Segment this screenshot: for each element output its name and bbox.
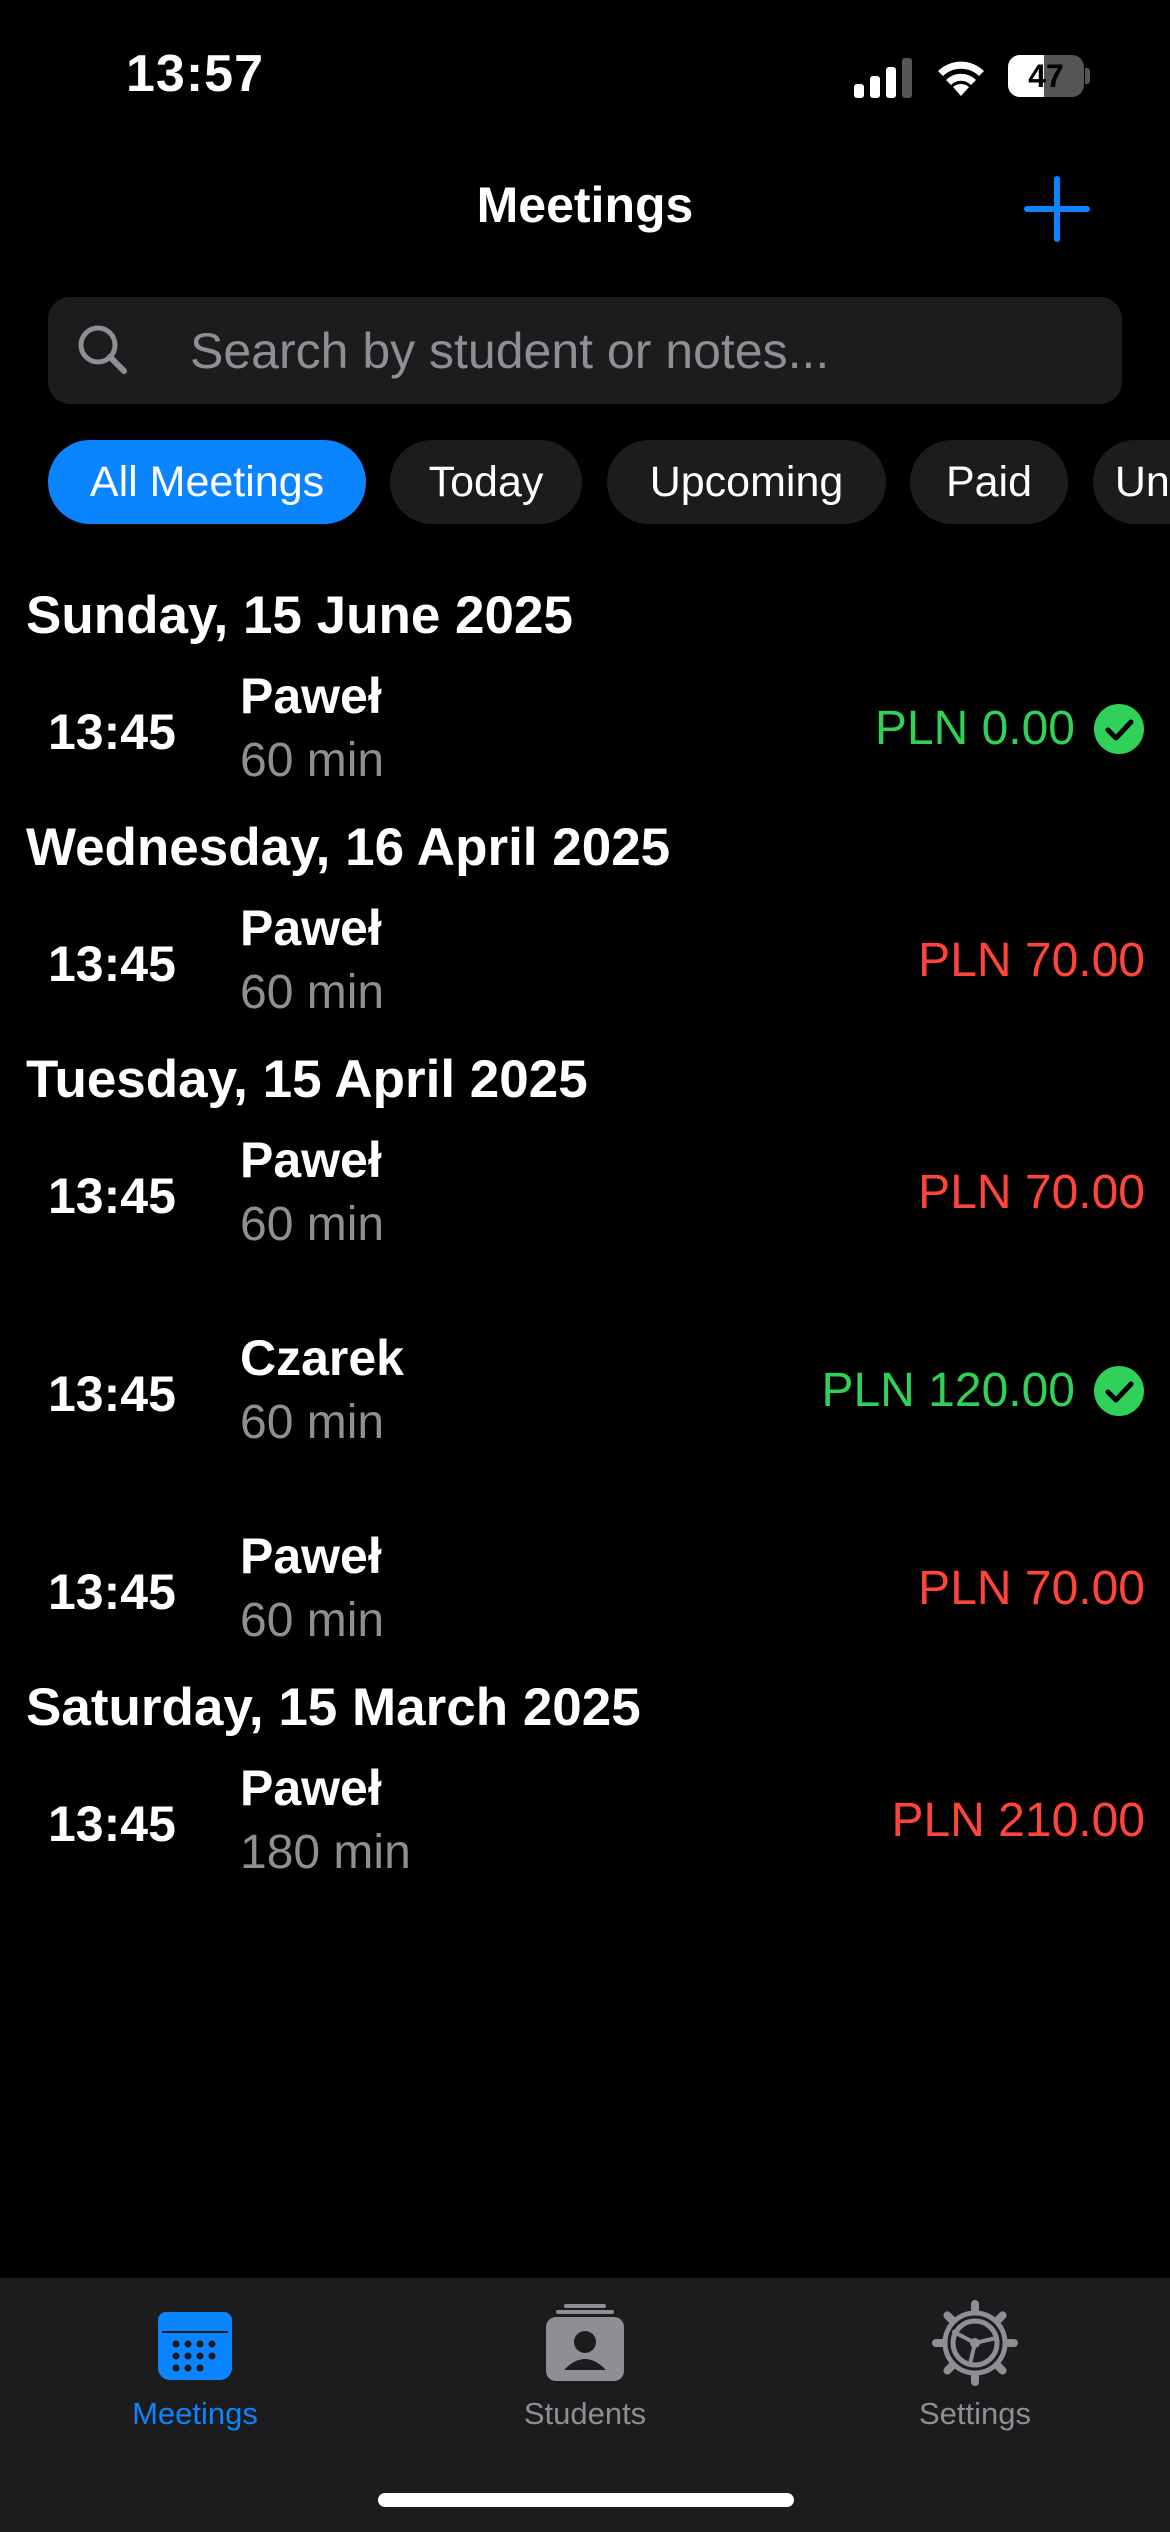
home-indicator[interactable] — [378, 2493, 794, 2507]
meeting-price: PLN 70.00 — [918, 1562, 1145, 1615]
tab-students[interactable]: Students — [390, 2278, 780, 2438]
section-date-header: Sunday, 15 June 2025 — [26, 586, 573, 645]
meeting-time: 13:45 — [48, 704, 176, 760]
plus-icon — [1024, 176, 1090, 242]
add-meeting-button[interactable] — [1018, 170, 1096, 248]
search-bar[interactable] — [48, 297, 1122, 404]
student-name: Czarek — [240, 1330, 404, 1386]
filter-chip-all-meetings[interactable]: All Meetings — [48, 440, 366, 524]
filter-chip-unpaid[interactable]: Unpaid — [1093, 440, 1170, 524]
meeting-row[interactable]: 13:45 Paweł 60 min PLN 70.00 — [0, 1507, 1170, 1677]
tab-settings[interactable]: Settings — [780, 2278, 1170, 2438]
meeting-price: PLN 0.00 — [874, 702, 1075, 755]
status-bar: 13:57 47 — [0, 0, 1170, 150]
meeting-price: PLN 120.00 — [821, 1364, 1075, 1417]
meeting-time: 13:45 — [48, 1564, 176, 1620]
meeting-duration: 180 min — [240, 1826, 411, 1879]
section-date-header: Wednesday, 16 April 2025 — [26, 818, 671, 877]
section-date-header: Saturday, 15 March 2025 — [26, 1678, 641, 1737]
tab-label-meetings: Meetings — [132, 2396, 258, 2431]
meeting-duration: 60 min — [240, 1594, 385, 1647]
student-name: Paweł — [240, 1760, 382, 1816]
meeting-duration: 60 min — [240, 734, 385, 787]
section-date-header: Tuesday, 15 April 2025 — [26, 1050, 588, 1109]
paid-checkmark-icon — [1094, 703, 1144, 754]
students-icon — [546, 2304, 624, 2381]
meeting-duration: 60 min — [240, 966, 385, 1019]
filter-chip-upcoming[interactable]: Upcoming — [607, 440, 886, 524]
status-time: 13:57 — [126, 45, 264, 103]
meeting-price-group: PLN 70.00 — [918, 1561, 1145, 1616]
meeting-duration: 60 min — [240, 1198, 385, 1251]
filter-chip-paid[interactable]: Paid — [910, 440, 1068, 524]
meeting-price-group: PLN 70.00 — [918, 933, 1145, 988]
battery-indicator: 47 — [1008, 55, 1090, 97]
gear-icon — [932, 2300, 1018, 2386]
page-title: Meetings — [476, 177, 694, 233]
filter-chips: All Meetings Today Upcoming Paid Unpaid — [0, 440, 1170, 526]
meeting-price: PLN 70.00 — [918, 1166, 1145, 1219]
meeting-time: 13:45 — [48, 936, 176, 992]
meeting-time: 13:45 — [48, 1168, 176, 1224]
meeting-price-group: PLN 0.00 — [875, 701, 1145, 756]
meeting-row[interactable]: 13:45 Paweł 60 min PLN 70.00 — [0, 879, 1170, 1049]
tab-label-students: Students — [523, 2396, 647, 2431]
student-name: Paweł — [240, 668, 382, 724]
meeting-time: 13:45 — [48, 1366, 176, 1422]
meeting-price-group: PLN 210.00 — [891, 1793, 1145, 1848]
wifi-icon — [938, 61, 984, 96]
meeting-row[interactable]: 13:45 Paweł 180 min PLN 210.00 — [0, 1739, 1170, 1909]
meeting-row[interactable]: 13:45 Czarek 60 min PLN 120.00 — [0, 1309, 1170, 1479]
meeting-time: 13:45 — [48, 1796, 176, 1852]
tab-meetings[interactable]: Meetings — [0, 2278, 390, 2438]
cellular-signal-icon — [854, 58, 912, 98]
calendar-icon — [158, 2312, 232, 2380]
student-name: Paweł — [240, 1528, 382, 1584]
magnifying-glass-icon — [78, 325, 127, 374]
tab-label-settings: Settings — [918, 2396, 1031, 2431]
meeting-price: PLN 70.00 — [918, 934, 1145, 987]
meeting-price-group: PLN 120.00 — [821, 1363, 1145, 1418]
student-name: Paweł — [240, 1132, 382, 1188]
battery-level: 47 — [1028, 58, 1064, 94]
student-name: Paweł — [240, 900, 382, 956]
meeting-duration: 60 min — [240, 1396, 385, 1449]
filter-chip-today[interactable]: Today — [390, 440, 582, 524]
meeting-row[interactable]: 13:45 Paweł 60 min PLN 0.00 — [0, 647, 1170, 817]
meeting-row[interactable]: 13:45 Paweł 60 min PLN 70.00 — [0, 1111, 1170, 1281]
meeting-price: PLN 210.00 — [891, 1794, 1145, 1847]
paid-checkmark-icon — [1094, 1365, 1144, 1416]
search-input[interactable] — [144, 297, 1094, 404]
meeting-price-group: PLN 70.00 — [918, 1165, 1145, 1220]
